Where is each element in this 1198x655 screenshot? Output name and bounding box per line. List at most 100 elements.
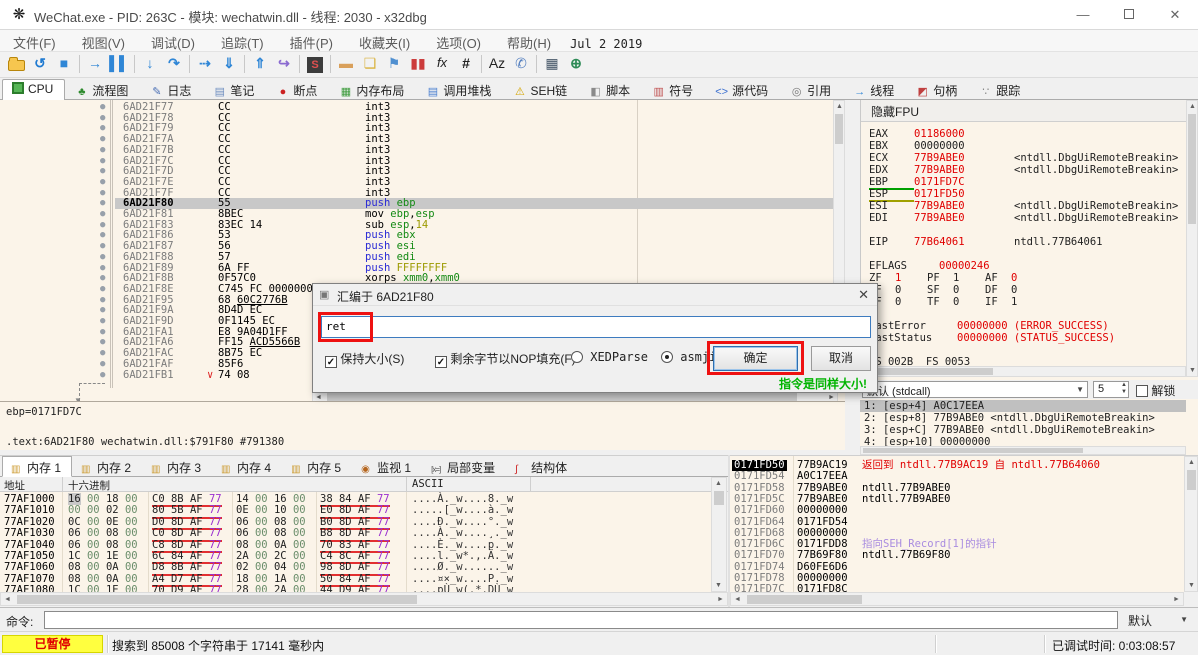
execute-till-return-icon[interactable]: ⇓ [217,52,241,76]
tab-内存 3[interactable]: ▥内存 3 [142,456,212,477]
globe-icon[interactable]: ⊕ [564,52,588,76]
calling-convention-select[interactable]: 默认 (stdcall) ▼ [862,381,1088,398]
keep-size-checkbox[interactable]: ✓ 保持大小(S) [325,350,404,368]
tab-符号[interactable]: ▥符号 [642,79,705,100]
breakpoint-dot-icon[interactable]: ● [100,370,105,381]
breakpoint-dot-icon[interactable]: ● [100,134,105,145]
breakpoint-dot-icon[interactable]: ● [100,113,105,124]
stack-row[interactable]: 0171FD54A0C17EEA [730,471,1184,482]
memory-dump-view[interactable]: 77AF100016 00 18 00C0 8B AF 7714 00 16 0… [0,492,711,592]
breakpoint-dot-icon[interactable]: ● [100,123,105,134]
open-file-icon[interactable] [4,52,28,76]
breakpoint-dot-icon[interactable]: ● [100,156,105,167]
spinner-arrows-icon[interactable]: ▲▼ [1121,382,1127,396]
stop-icon[interactable]: ■ [52,52,76,76]
fill-nop-checkbox[interactable]: ✓ 剩余字节以NOP填充(F) [435,350,576,368]
pause-icon[interactable]: ▌▌ [107,52,131,76]
register-row[interactable]: ESP0171FD50 [869,188,1189,200]
stack-vscrollbar[interactable]: ▲ ▼ [1184,456,1198,592]
hash-icon[interactable]: # [454,52,478,76]
scroll-down-icon[interactable]: ▼ [713,580,724,591]
register-row[interactable]: EBP0171FD7C [869,176,1189,188]
hide-fpu-button[interactable]: 隐藏FPU [861,100,1187,122]
comments-icon[interactable]: ❏ [358,52,382,76]
close-button[interactable]: ✕ [1152,0,1198,30]
run-icon[interactable]: → [83,52,107,76]
arguments-hscrollbar[interactable] [860,446,1186,455]
register-row[interactable]: OF0SF0DF0 [869,284,1189,296]
tab-调用堆栈[interactable]: ▤调用堆栈 [416,79,503,100]
breakpoint-dot-icon[interactable]: ● [100,166,105,177]
tab-内存 1[interactable]: ▥内存 1 [2,456,72,477]
breakpoint-dot-icon[interactable]: ● [100,348,105,359]
argument-row[interactable]: 1: [esp+4] A0C17EEA [860,400,1186,412]
register-row[interactable]: LastStatus00000000 (STATUS_SUCCESS) [869,332,1189,344]
breakpoint-dot-icon[interactable]: ● [100,198,105,209]
patches-icon[interactable]: ▬ [334,52,358,76]
register-row[interactable]: CF0TF0IF1 [869,296,1189,308]
register-row[interactable]: EAX01186000 [869,128,1189,140]
tab-引用[interactable]: ◎引用 [780,79,843,100]
step-user-icon[interactable]: ↪ [272,52,296,76]
registers-vscrollbar[interactable]: ▲ ▼ [1186,100,1198,377]
breakpoint-dot-icon[interactable]: ● [100,230,105,241]
scroll-down-icon[interactable]: ▼ [1186,580,1197,591]
register-row[interactable] [869,308,1189,320]
dialog-title-bar[interactable]: ▣ 汇编于 6AD21F80 ✕ [313,284,877,306]
tab-流程图[interactable]: ♣流程图 [65,79,140,100]
radio-on-icon[interactable] [661,351,673,363]
tab-脚本[interactable]: ◧脚本 [579,79,642,100]
scroll-left-icon[interactable]: ◄ [2,594,13,605]
tab-内存 2[interactable]: ▥内存 2 [72,456,142,477]
scroll-up-icon[interactable]: ▲ [713,478,724,489]
memory-hscrollbar[interactable]: ◄ ► [0,592,728,606]
register-row[interactable]: ECX77B9ABE0<ntdll.DbgUiRemoteBreakin> [869,152,1189,164]
breakpoint-dot-icon[interactable]: ● [100,359,105,370]
breakpoint-dot-icon[interactable]: ● [100,241,105,252]
tab-跟踪[interactable]: ∵跟踪 [969,79,1032,100]
calculator-icon[interactable]: ▦ [540,52,564,76]
argument-depth-stepper[interactable]: 5 ▲▼ [1093,381,1129,398]
bookmarks-icon[interactable]: ▮▮ [406,52,430,76]
tab-CPU[interactable]: CPU [2,79,65,101]
tab-源代码[interactable]: <>源代码 [705,79,780,100]
argument-row[interactable]: 4: [esp+10] 00000000 [860,436,1186,446]
tab-监视 1[interactable]: ◉监视 1 [352,456,422,477]
notes-device-icon[interactable]: ✆ [509,52,533,76]
tab-日志[interactable]: ✎日志 [140,79,203,100]
registers-hscrollbar[interactable] [860,366,1186,377]
step-over-icon[interactable]: ↷ [162,52,186,76]
restart-icon[interactable]: ↺ [28,52,52,76]
scroll-left-icon[interactable]: ◄ [732,594,743,605]
checkbox-checked-icon[interactable]: ✓ [325,356,337,368]
step-into-icon[interactable]: ↓ [138,52,162,76]
scroll-right-icon[interactable]: ► [715,594,726,605]
breakpoint-dot-icon[interactable]: ● [100,316,105,327]
memory-row[interactable]: 77AF10801C 00 1E 0070 D9 AF 7728 00 2A 0… [0,585,711,592]
arguments-panel[interactable]: 1: [esp+4] A0C17EEA2: [esp+8] 77B9ABE0 <… [860,399,1198,446]
argument-row[interactable]: 2: [esp+8] 77B9ABE0 <ntdll.DbgUiRemoteBr… [860,412,1186,424]
scroll-up-icon[interactable]: ▲ [1187,101,1198,112]
register-row[interactable]: EDI77B9ABE0<ntdll.DbgUiRemoteBreakin> [869,212,1189,224]
register-row[interactable]: EIP77B64061ntdll.77B64061 [869,236,1189,248]
radio-off-icon[interactable] [571,351,583,363]
case-icon[interactable]: Az [485,52,509,76]
scroll-up-icon[interactable]: ▲ [834,101,845,112]
unlock-checkbox[interactable]: 解锁 [1136,382,1175,399]
assemble-instruction-input[interactable]: ret [321,316,871,338]
register-row[interactable]: ZF1PF1AF0 [869,272,1189,284]
checkbox-checked-icon[interactable]: ✓ [435,356,447,368]
scroll-right-icon[interactable]: ► [1171,594,1182,605]
tab-局部变量[interactable]: [x=]局部变量 [422,456,506,477]
tab-内存布局[interactable]: ▦内存布局 [329,79,416,100]
functions-icon[interactable]: fx [430,52,454,76]
breakpoint-dot-icon[interactable]: ● [100,188,105,199]
run-to-selection-icon[interactable]: ⇢ [193,52,217,76]
xedparse-radio[interactable]: XEDParse [571,350,648,364]
tab-内存 5[interactable]: ▥内存 5 [282,456,352,477]
breakpoint-dot-icon[interactable]: ● [100,209,105,220]
register-row[interactable] [869,224,1189,236]
breakpoint-dot-icon[interactable]: ● [100,102,105,113]
stack-view[interactable]: 0171FD5077B9AC19返回到 ntdll.77B9AC19 自 ntd… [730,455,1198,592]
scroll-right-icon[interactable]: ► [826,392,837,401]
